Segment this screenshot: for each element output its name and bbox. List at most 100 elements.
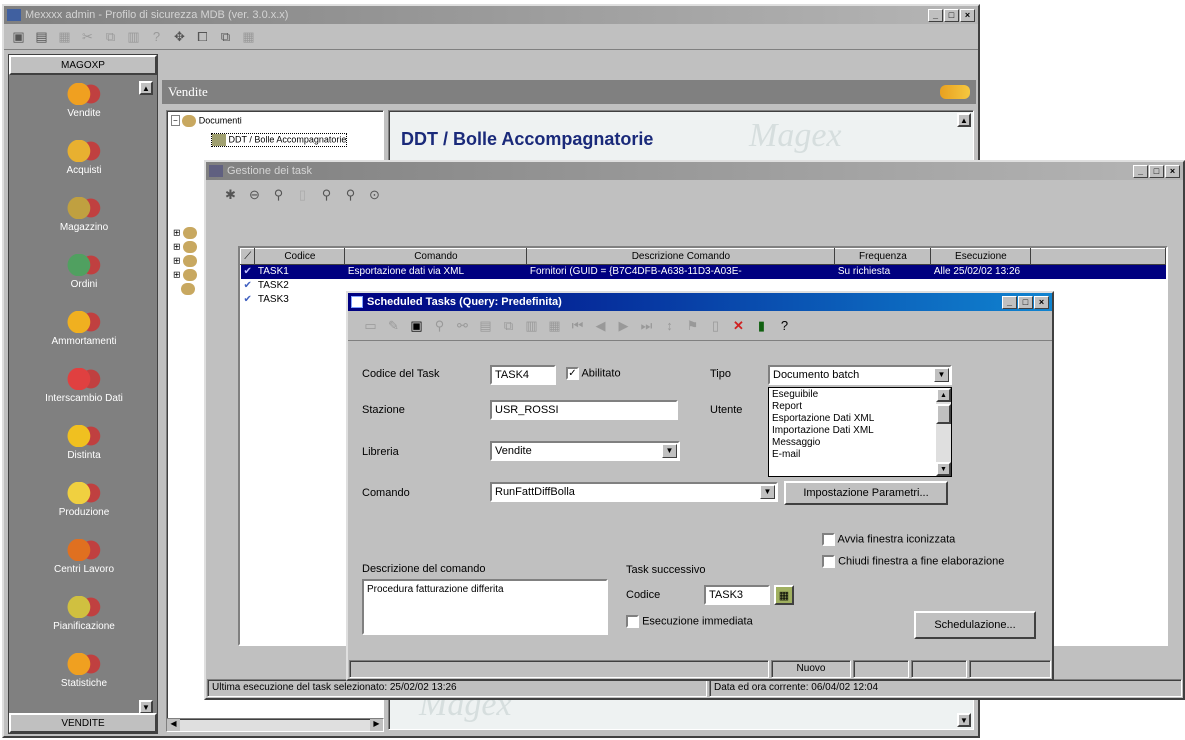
content-scroll-down[interactable]: ▼ (957, 713, 971, 727)
col-header-description[interactable]: Descrizione Comando (526, 248, 836, 265)
type-option[interactable]: Report (772, 401, 948, 413)
query-builder-icon[interactable]: ⚯ (452, 315, 473, 336)
task-code-label: Codice del Task (362, 368, 440, 380)
type-option[interactable]: E-mail (772, 449, 948, 461)
sidebar-item-2[interactable]: Magazzino (9, 197, 159, 233)
clear-icon[interactable]: ▯ (705, 315, 726, 336)
print-icon[interactable]: ▦ (54, 26, 75, 47)
type-option[interactable]: Messaggio (772, 437, 948, 449)
run-icon[interactable]: ✱ (220, 185, 241, 206)
save-icon[interactable]: ▤ (31, 26, 52, 47)
col-header-execution[interactable]: Esecuzione (930, 248, 1032, 265)
first-record-icon[interactable]: ⏮ (567, 315, 588, 336)
chevron-down-icon[interactable]: ▼ (934, 368, 949, 382)
dropdown-scrollbar[interactable]: ▲ ▼ (936, 388, 951, 476)
chevron-down-icon[interactable]: ▼ (662, 444, 677, 458)
table-row[interactable]: ✔ TASK1 Esportazione dati via XML Fornitori… (240, 264, 1166, 279)
browse-icon[interactable]: ⊖ (244, 185, 265, 206)
sidebar-scroll-down[interactable]: ▼ (139, 700, 153, 714)
dialog-minimize-button[interactable]: _ (1002, 295, 1017, 309)
tree-hscrollbar[interactable]: ◀ ▶ (166, 718, 384, 732)
statistics-icon (67, 653, 101, 675)
query-icon[interactable]: ⚲ (268, 185, 289, 206)
sidebar-item-0[interactable]: Vendite (9, 83, 159, 119)
sort-icon[interactable]: ↕ (659, 315, 680, 336)
edit-record-icon[interactable]: ✎ (383, 315, 404, 336)
search-icon[interactable]: ⚲ (429, 315, 450, 336)
calendar-icon[interactable]: ▦ (544, 315, 565, 336)
immediate-exec-checkbox[interactable]: Esecuzione immediata (626, 615, 753, 628)
help-icon[interactable]: ? (146, 26, 167, 47)
station-field[interactable]: USR_ROSSI (490, 400, 678, 420)
new-record-icon[interactable]: ▭ (360, 315, 381, 336)
col-header-code[interactable]: Codice (254, 248, 346, 265)
library-select[interactable]: Vendite ▼ (490, 441, 680, 461)
maximize-button[interactable]: □ (944, 8, 959, 22)
col-header-frequency[interactable]: Frequenza (834, 248, 932, 265)
col-header-command[interactable]: Comando (344, 248, 528, 265)
tree-collapsed-nodes[interactable]: ⊞ ⊞ ⊞ ⊞ (173, 227, 198, 297)
sidebar-item-4[interactable]: Ammortamenti (9, 311, 159, 347)
next-code-field[interactable]: TASK3 (704, 585, 770, 605)
type-select[interactable]: Documento batch ▼ (768, 365, 952, 385)
filter-record-icon[interactable]: ⚑ (682, 315, 703, 336)
sidebar-item-10[interactable]: Statistiche (9, 653, 159, 689)
type-option[interactable]: Eseguibile (772, 389, 948, 401)
sidebar-item-9[interactable]: Pianificazione (9, 596, 159, 632)
report-icon[interactable]: ▤ (475, 315, 496, 336)
type-option[interactable]: Importazione Dati XML (772, 425, 948, 437)
info-icon[interactable]: ⊙ (364, 185, 385, 206)
paste-icon[interactable]: ▥ (123, 26, 144, 47)
next-record-icon[interactable]: ▶ (613, 315, 634, 336)
sidebar-footer[interactable]: VENDITE (9, 713, 157, 733)
dialog-close-button[interactable]: × (1034, 295, 1049, 309)
delete-icon[interactable]: ✕ (728, 315, 749, 336)
task-maximize-button[interactable]: □ (1149, 164, 1164, 178)
enabled-checkbox[interactable]: ✓ Abilitato (566, 367, 621, 380)
sidebar-item-3[interactable]: Ordini (9, 254, 159, 290)
tree-item-ddt[interactable]: DDT / Bolle Accompagnatorie (211, 133, 348, 147)
last-record-icon[interactable]: ⏭ (636, 315, 657, 336)
description-textarea[interactable]: Procedura fatturazione differita (362, 579, 608, 635)
find-icon[interactable]: ⚲ (340, 185, 361, 206)
sidebar-title[interactable]: MAGOXP (9, 55, 157, 75)
chevron-down-icon[interactable]: ▼ (760, 485, 775, 499)
prev-record-icon[interactable]: ◀ (590, 315, 611, 336)
cut-icon[interactable]: ✂ (77, 26, 98, 47)
task-minimize-button[interactable]: _ (1133, 164, 1148, 178)
tile-icon[interactable]: ▦ (238, 26, 259, 47)
close-button[interactable]: × (960, 8, 975, 22)
sidebar-item-1[interactable]: Acquisti (9, 140, 159, 176)
sidebar-item-5[interactable]: Interscambio Dati (9, 368, 159, 404)
edit-icon[interactable]: ▯ (292, 185, 313, 206)
window-icon[interactable]: ⧠ (192, 26, 213, 47)
tree-root[interactable]: − Documenti (171, 115, 242, 127)
start-minimized-checkbox[interactable]: Avvia finestra iconizzata (822, 533, 955, 546)
filter-icon[interactable]: ⚲ (316, 185, 337, 206)
type-dropdown-list[interactable]: Eseguibile Report Esportazione Dati XML Imp… (768, 387, 952, 477)
sidebar-item-6[interactable]: Distinta (9, 425, 159, 461)
minimize-button[interactable]: _ (928, 8, 943, 22)
import-params-button[interactable]: Impostazione Parametri... (784, 481, 948, 505)
windows-icon[interactable]: ⧉ (215, 26, 236, 47)
exit-icon[interactable]: ▮ (751, 315, 772, 336)
content-scroll-up[interactable]: ▲ (957, 113, 971, 127)
dialog-maximize-button[interactable]: □ (1018, 295, 1033, 309)
command-select[interactable]: RunFattDiffBolla ▼ (490, 482, 778, 502)
task-code-field[interactable]: TASK4 (490, 365, 556, 385)
save-record-icon[interactable]: ▣ (406, 315, 427, 336)
help-record-icon[interactable]: ? (774, 315, 795, 336)
type-option[interactable]: Esportazione Dati XML (772, 413, 948, 425)
lookup-icon[interactable]: ▦ (774, 585, 794, 605)
sidebar-item-7[interactable]: Produzione (9, 482, 159, 518)
grid-corner[interactable]: ⟋ (239, 248, 256, 265)
copy-record-icon[interactable]: ⧉ (498, 315, 519, 336)
sidebar-item-8[interactable]: Centri Lavoro (9, 539, 159, 575)
properties-icon[interactable]: ▣ (8, 26, 29, 47)
close-on-finish-checkbox[interactable]: Chiudi finestra a fine elaborazione (822, 555, 1004, 568)
paste-record-icon[interactable]: ▥ (521, 315, 542, 336)
task-close-button[interactable]: × (1165, 164, 1180, 178)
copy-icon[interactable]: ⧉ (100, 26, 121, 47)
schedule-button[interactable]: Schedulazione... (914, 611, 1036, 639)
move-icon[interactable]: ✥ (169, 26, 190, 47)
